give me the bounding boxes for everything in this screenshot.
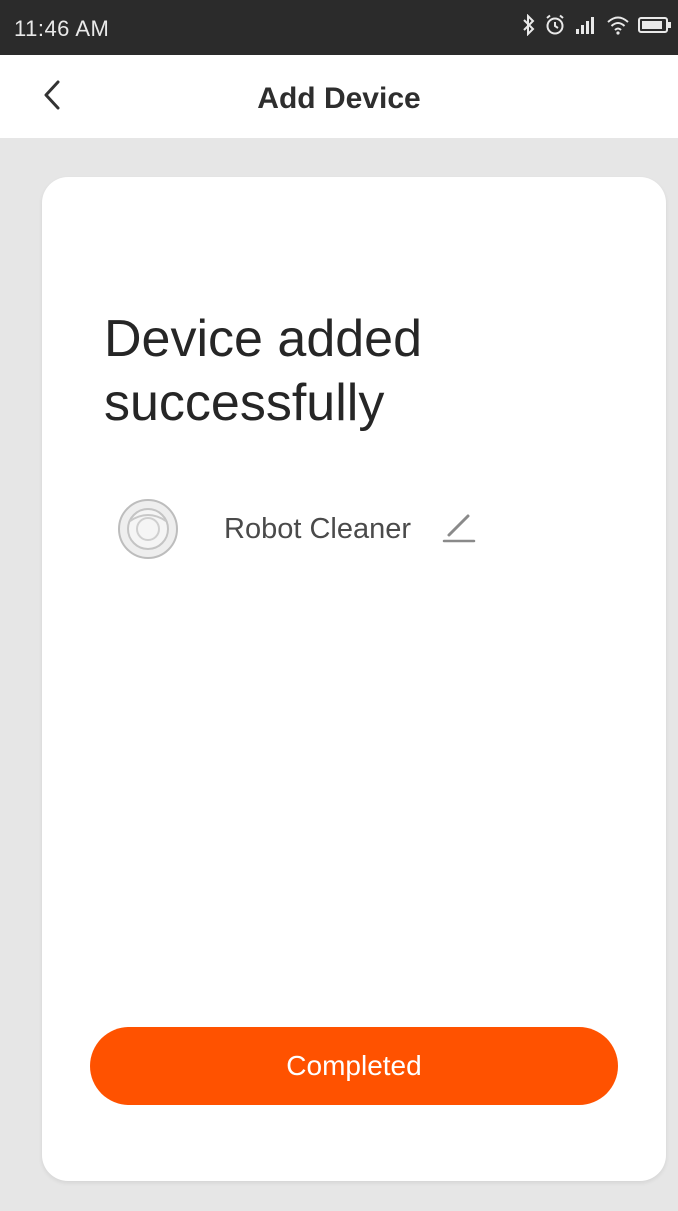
nav-header: Add Device bbox=[0, 55, 678, 138]
status-bar: 11:46 AM bbox=[0, 0, 678, 55]
success-card: Device added successfully Robot Cleaner bbox=[42, 177, 666, 1181]
bluetooth-icon bbox=[522, 14, 536, 36]
page-title: Add Device bbox=[257, 82, 421, 115]
robot-cleaner-icon bbox=[116, 497, 180, 561]
alarm-icon bbox=[544, 14, 566, 36]
device-row: Robot Cleaner bbox=[116, 497, 479, 561]
completed-button[interactable]: Completed bbox=[90, 1027, 618, 1105]
battery-icon bbox=[638, 14, 672, 36]
signal-icon bbox=[574, 14, 598, 36]
wifi-icon bbox=[606, 14, 630, 36]
success-title: Device added successfully bbox=[104, 310, 422, 432]
status-icons bbox=[522, 14, 672, 36]
device-name: Robot Cleaner bbox=[224, 512, 411, 545]
edit-name-button[interactable] bbox=[439, 509, 479, 549]
app-screen: 11:46 AM Add Device Device added success… bbox=[0, 0, 678, 1211]
pencil-icon bbox=[441, 509, 477, 550]
status-time: 11:46 AM bbox=[14, 16, 110, 41]
